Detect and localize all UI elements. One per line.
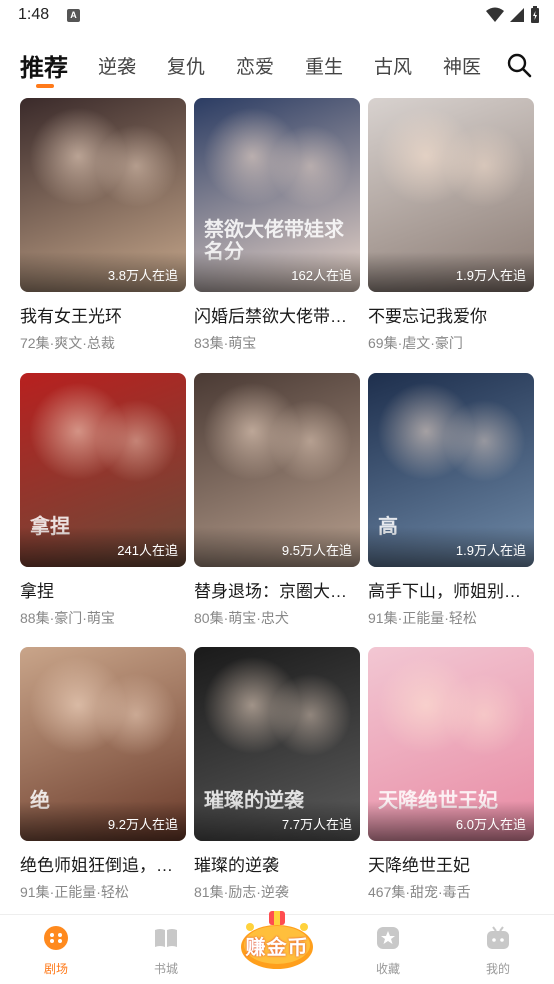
drama-card[interactable]: 高 1.9万人在追 高手下山，师姐别… 91集·正能量·轻松 (368, 373, 534, 628)
nav-bookstore[interactable]: 书城 (126, 925, 206, 977)
drama-title[interactable]: 替身退场：京圈大… (194, 577, 360, 602)
watch-count: 3.8万人在追 (107, 268, 178, 283)
watch-count: 7.7万人在追 (281, 817, 352, 832)
drama-poster[interactable]: 9.5万人在追 (194, 373, 360, 567)
active-tab-indicator (36, 84, 54, 88)
star-icon (377, 927, 399, 949)
watch-count: 241人在追 (117, 543, 178, 558)
nav-favorites[interactable]: 收藏 (348, 925, 428, 977)
search-icon[interactable] (506, 52, 532, 78)
drama-poster[interactable]: 绝 9.2万人在追 (20, 647, 186, 841)
drama-card[interactable]: 1.9万人在追 不要忘记我爱你 69集·虐文·豪门 (368, 98, 534, 353)
drama-card[interactable]: 璀璨的逆袭 7.7万人在追 璀璨的逆袭 81集·励志·逆袭 (194, 647, 360, 902)
profile-icon (487, 926, 509, 949)
theater-icon (44, 926, 68, 950)
drama-card[interactable]: 绝 9.2万人在追 绝色师姐狂倒追，… 91集·正能量·轻松 (20, 647, 186, 902)
tab-ancient[interactable]: 古风 (374, 52, 412, 79)
drama-card[interactable]: 3.8万人在追 我有女王光环 72集·爽文·总裁 (20, 98, 186, 353)
bottom-navigation: 剧场 书城 赚金币 收藏 我的 (0, 911, 554, 984)
wifi-icon (486, 7, 504, 22)
tab-recommended[interactable]: 推荐 (20, 48, 68, 83)
watch-count: 1.9万人在追 (455, 543, 526, 558)
signal-icon (510, 8, 524, 22)
drama-meta: 91集·正能量·轻松 (368, 610, 477, 626)
drama-meta: 80集·萌宝·忠犬 (194, 610, 289, 626)
earn-coins-label: 赚金币 (245, 935, 309, 959)
nav-theater[interactable]: 剧场 (16, 925, 96, 977)
battery-icon (531, 6, 539, 23)
drama-meta: 69集·虐文·豪门 (368, 335, 463, 351)
watch-count: 1.9万人在追 (455, 268, 526, 283)
drama-poster[interactable]: 1.9万人在追 (368, 98, 534, 292)
drama-meta: 467集·甜宠·毒舌 (368, 884, 471, 900)
tab-rebirth[interactable]: 重生 (305, 52, 343, 79)
drama-title[interactable]: 高手下山，师姐别… (368, 577, 534, 602)
watch-count: 9.2万人在追 (107, 817, 178, 832)
drama-meta: 81集·励志·逆袭 (194, 884, 289, 900)
drama-poster[interactable]: 3.8万人在追 (20, 98, 186, 292)
drama-title[interactable]: 璀璨的逆袭 (194, 851, 360, 876)
watch-count: 162人在追 (291, 268, 352, 283)
drama-poster[interactable]: 禁欲大佬带娃求名分 162人在追 (194, 98, 360, 292)
drama-card[interactable]: 9.5万人在追 替身退场：京圈大… 80集·萌宝·忠犬 (194, 373, 360, 628)
tab-revenge[interactable]: 复仇 (167, 52, 205, 79)
drama-poster[interactable]: 拿捏 241人在追 (20, 373, 186, 567)
nav-label: 我的 (485, 962, 510, 976)
tab-comeback[interactable]: 逆袭 (98, 52, 136, 79)
drama-meta: 72集·爽文·总裁 (20, 335, 115, 351)
drama-meta: 83集·萌宝 (194, 335, 257, 351)
watch-count: 9.5万人在追 (281, 543, 352, 558)
nav-profile[interactable]: 我的 (458, 925, 538, 977)
nav-label: 剧场 (43, 962, 68, 976)
status-bar: 1:48 A (0, 0, 554, 32)
earn-coins-button[interactable]: 赚金币 (236, 907, 318, 977)
drama-title[interactable]: 拿捏 (20, 577, 186, 602)
drama-card[interactable]: 天降绝世王妃 6.0万人在追 天降绝世王妃 467集·甜宠·毒舌 (368, 647, 534, 902)
system-icons (486, 6, 540, 24)
tab-divine-doctor[interactable]: 神医 (443, 52, 481, 79)
watch-count: 6.0万人在追 (455, 817, 526, 832)
drama-title[interactable]: 天降绝世王妃 (368, 851, 534, 876)
book-icon (155, 929, 177, 947)
drama-card[interactable]: 拿捏 241人在追 拿捏 88集·豪门·萌宝 (20, 373, 186, 628)
nav-label: 收藏 (375, 962, 400, 976)
drama-poster[interactable]: 高 1.9万人在追 (368, 373, 534, 567)
drama-title[interactable]: 我有女王光环 (20, 302, 186, 327)
drama-title[interactable]: 闪婚后禁欲大佬带… (194, 302, 360, 327)
drama-poster[interactable]: 璀璨的逆袭 7.7万人在追 (194, 647, 360, 841)
category-tab-bar: 推荐 逆袭 复仇 恋爱 重生 古风 神医 (0, 40, 554, 96)
status-time: 1:48 (18, 6, 50, 23)
drama-title[interactable]: 不要忘记我爱你 (368, 302, 534, 327)
notification-badge-icon: A (67, 9, 80, 22)
nav-label: 书城 (153, 962, 178, 976)
drama-meta: 91集·正能量·轻松 (20, 884, 129, 900)
drama-meta: 88集·豪门·萌宝 (20, 610, 115, 626)
tab-romance[interactable]: 恋爱 (236, 52, 274, 79)
drama-card[interactable]: 禁欲大佬带娃求名分 162人在追 闪婚后禁欲大佬带… 83集·萌宝 (194, 98, 360, 353)
drama-title[interactable]: 绝色师姐狂倒追，… (20, 851, 186, 876)
drama-poster[interactable]: 天降绝世王妃 6.0万人在追 (368, 647, 534, 841)
